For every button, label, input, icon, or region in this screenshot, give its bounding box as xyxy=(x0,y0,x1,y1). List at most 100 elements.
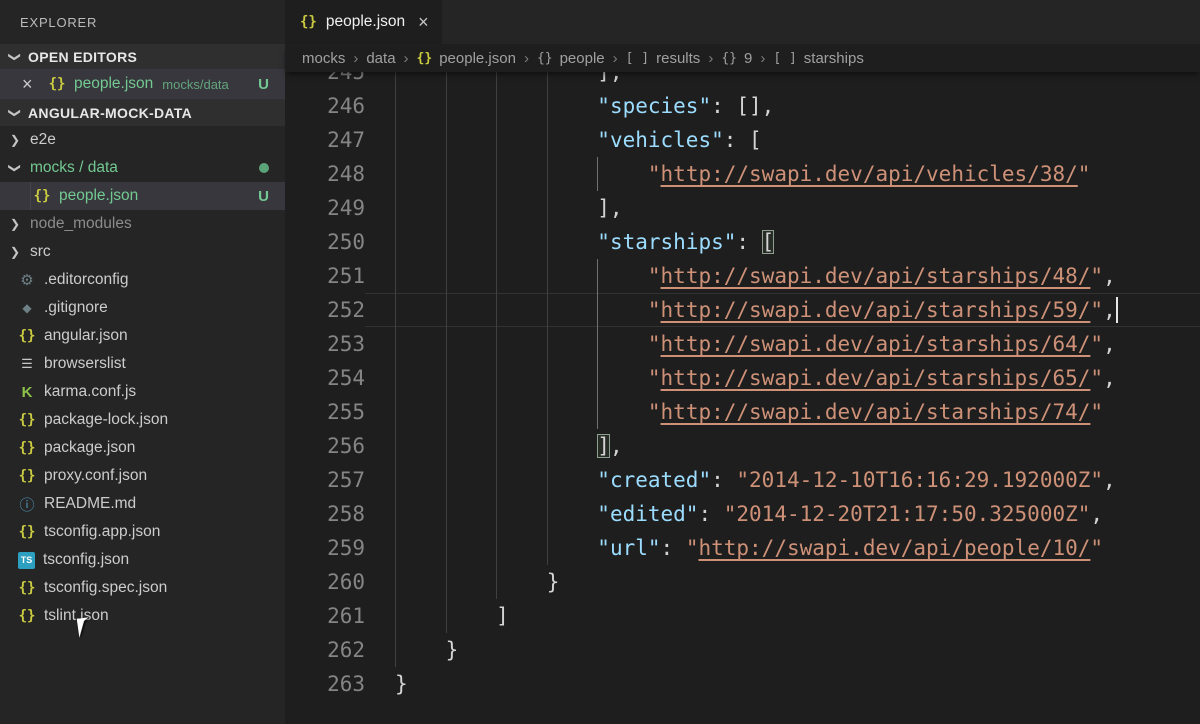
line-content[interactable]: "http://swapi.dev/api/starships/65/", xyxy=(365,361,1200,395)
code-token: " xyxy=(648,264,661,288)
url-link[interactable]: http://swapi.dev/api/people/10/ xyxy=(698,536,1090,560)
code-line[interactable]: 251 "http://swapi.dev/api/starships/48/"… xyxy=(285,259,1200,293)
url-link[interactable]: http://swapi.dev/api/starships/65/ xyxy=(661,366,1091,390)
code-editor[interactable]: 245 ],246 "species": [],247 "vehicles": … xyxy=(285,72,1200,724)
code-line[interactable]: 253 "http://swapi.dev/api/starships/64/"… xyxy=(285,327,1200,361)
tree-item-tsconfig-spec-json[interactable]: {}tsconfig.spec.json xyxy=(0,574,285,602)
close-icon[interactable]: × xyxy=(418,13,429,31)
line-content[interactable]: } xyxy=(365,633,1200,667)
breadcrumb-label: people.json xyxy=(439,50,516,67)
code-line[interactable]: 260 } xyxy=(285,565,1200,599)
breadcrumb-item-mocks[interactable]: mocks xyxy=(302,50,345,67)
breadcrumb-item-people[interactable]: {}people xyxy=(537,50,605,67)
breadcrumb-item-people-json[interactable]: {}people.json xyxy=(417,50,516,67)
tree-item-src[interactable]: ❯src xyxy=(0,238,285,266)
tree-item-e2e[interactable]: ❯e2e xyxy=(0,126,285,154)
line-content[interactable]: "http://swapi.dev/api/vehicles/38/" xyxy=(365,157,1200,191)
json-file-icon: {} xyxy=(18,524,36,540)
close-icon[interactable]: × xyxy=(22,75,40,93)
chevron-right-icon: ❯ xyxy=(8,217,22,231)
breadcrumb-label: mocks xyxy=(302,50,345,67)
indent-guide xyxy=(446,429,447,463)
tree-item-tsconfig-app-json[interactable]: {}tsconfig.app.json xyxy=(0,518,285,546)
line-content[interactable]: } xyxy=(365,565,1200,599)
tree-item-package-lock-json[interactable]: {}package-lock.json xyxy=(0,406,285,434)
tree-item-label: .gitignore xyxy=(44,299,108,317)
tree-item-mocks-data[interactable]: ❯mocks / data xyxy=(0,154,285,182)
line-content[interactable]: ] xyxy=(365,599,1200,633)
breadcrumb-item-data[interactable]: data xyxy=(366,50,395,67)
line-content[interactable]: "http://swapi.dev/api/starships/64/", xyxy=(365,327,1200,361)
code-token: " xyxy=(1078,162,1091,186)
bracket-match: [ xyxy=(762,230,775,254)
tree-item-readme-md[interactable]: ⓘREADME.md xyxy=(0,490,285,518)
url-link[interactable]: http://swapi.dev/api/starships/59/ xyxy=(661,298,1091,322)
line-content[interactable]: "vehicles": [ xyxy=(365,123,1200,157)
code-line[interactable]: 252 "http://swapi.dev/api/starships/59/"… xyxy=(285,293,1200,327)
line-content[interactable]: "http://swapi.dev/api/starships/59/", xyxy=(365,293,1200,327)
code-token: "2014-12-10T16:16:29.192000Z" xyxy=(736,468,1103,492)
tree-item-tsconfig-json[interactable]: TStsconfig.json xyxy=(0,546,285,574)
code-token: ], xyxy=(395,196,623,220)
code-token: : [ xyxy=(724,128,762,152)
indent-guide xyxy=(547,89,548,123)
tree-item-editorconfig[interactable]: ⚙.editorconfig xyxy=(0,266,285,294)
line-content[interactable]: "http://swapi.dev/api/starships/74/" xyxy=(365,395,1200,429)
indent-guide xyxy=(446,123,447,157)
code-line[interactable]: 247 "vehicles": [ xyxy=(285,123,1200,157)
breadcrumb-item-results[interactable]: [ ]results xyxy=(626,50,701,67)
tree-item-proxy-conf-json[interactable]: {}proxy.conf.json xyxy=(0,462,285,490)
code-line[interactable]: 262 } xyxy=(285,633,1200,667)
line-content[interactable]: "http://swapi.dev/api/starships/48/", xyxy=(365,259,1200,293)
indent-guide xyxy=(446,157,447,191)
indent-guide xyxy=(547,327,548,361)
line-content[interactable]: "starships": [ xyxy=(365,225,1200,259)
breadcrumb-item-9[interactable]: {}9 xyxy=(721,50,752,67)
code-line[interactable]: 259 "url": "http://swapi.dev/api/people/… xyxy=(285,531,1200,565)
indent-guide xyxy=(395,429,396,463)
url-link[interactable]: http://swapi.dev/api/starships/48/ xyxy=(661,264,1091,288)
code-lines: 245 ],246 "species": [],247 "vehicles": … xyxy=(285,72,1200,701)
tree-item-karma-conf-js[interactable]: Kkarma.conf.js xyxy=(0,378,285,406)
line-content[interactable]: "edited": "2014-12-20T21:17:50.325000Z", xyxy=(365,497,1200,531)
tree-item-people-json[interactable]: {}people.jsonU xyxy=(0,182,285,210)
code-line[interactable]: 256 ], xyxy=(285,429,1200,463)
project-root-header[interactable]: ❯ ANGULAR-MOCK-DATA xyxy=(0,99,285,126)
tab-people-json[interactable]: {} people.json × xyxy=(285,0,442,44)
code-token: : xyxy=(711,468,736,492)
code-line[interactable]: 250 "starships": [ xyxy=(285,225,1200,259)
code-line[interactable]: 258 "edited": "2014-12-20T21:17:50.32500… xyxy=(285,497,1200,531)
breadcrumb-label: 9 xyxy=(744,50,752,67)
open-editors-header[interactable]: ❯ OPEN EDITORS xyxy=(0,44,285,69)
code-line[interactable]: 255 "http://swapi.dev/api/starships/74/" xyxy=(285,395,1200,429)
line-content[interactable]: "created": "2014-12-10T16:16:29.192000Z"… xyxy=(365,463,1200,497)
line-content[interactable]: "url": "http://swapi.dev/api/people/10/" xyxy=(365,531,1200,565)
code-line[interactable]: 261 ] xyxy=(285,599,1200,633)
open-editor-item-people-json[interactable]: × {} people.json mocks/data U xyxy=(0,69,285,99)
line-content[interactable]: ], xyxy=(365,191,1200,225)
code-line[interactable]: 248 "http://swapi.dev/api/vehicles/38/" xyxy=(285,157,1200,191)
line-content[interactable]: } xyxy=(365,667,1200,701)
line-content[interactable]: ], xyxy=(365,72,1200,89)
gear-icon: ⚙ xyxy=(18,271,36,289)
indent-guide xyxy=(496,565,497,599)
breadcrumb-item-starships[interactable]: [ ]starships xyxy=(773,50,864,67)
code-line[interactable]: 254 "http://swapi.dev/api/starships/65/"… xyxy=(285,361,1200,395)
tree-item-node-modules[interactable]: ❯node_modules xyxy=(0,210,285,238)
indent-guide xyxy=(395,395,396,429)
code-line[interactable]: 257 "created": "2014-12-10T16:16:29.1920… xyxy=(285,463,1200,497)
tree-item-browserslist[interactable]: ☰browserslist xyxy=(0,350,285,378)
url-link[interactable]: http://swapi.dev/api/starships/74/ xyxy=(661,400,1091,424)
line-content[interactable]: "species": [], xyxy=(365,89,1200,123)
code-line[interactable]: 263} xyxy=(285,667,1200,701)
tree-item-package-json[interactable]: {}package.json xyxy=(0,434,285,462)
url-link[interactable]: http://swapi.dev/api/starships/64/ xyxy=(661,332,1091,356)
tree-item-angular-json[interactable]: {}angular.json xyxy=(0,322,285,350)
code-line[interactable]: 245 ], xyxy=(285,72,1200,89)
url-link[interactable]: http://swapi.dev/api/vehicles/38/ xyxy=(661,162,1078,186)
code-line[interactable]: 249 ], xyxy=(285,191,1200,225)
code-line[interactable]: 246 "species": [], xyxy=(285,89,1200,123)
line-content[interactable]: ], xyxy=(365,429,1200,463)
tree-item-tslint-json[interactable]: {}tslint.json xyxy=(0,602,285,630)
tree-item-gitignore[interactable]: ◆.gitignore xyxy=(0,294,285,322)
